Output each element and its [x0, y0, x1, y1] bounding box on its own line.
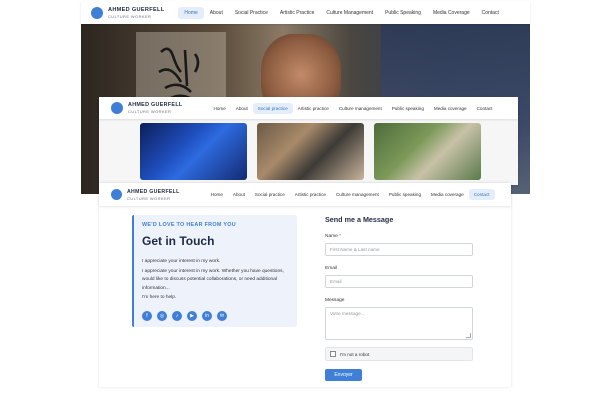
captcha-checkbox[interactable] — [330, 351, 336, 357]
nav-about[interactable]: About — [228, 189, 250, 200]
name-label: Name * — [325, 234, 473, 239]
nav-culture-management[interactable]: Culture management — [331, 189, 384, 200]
contact-eyebrow: WE'D LOVE TO HEAR FROM YOU — [142, 222, 236, 228]
contact-paragraph-1: I appreciate your interest in my work. — [142, 259, 221, 264]
nav-home[interactable]: Home — [178, 6, 204, 19]
brand-subtitle: CULTURE WORKER — [127, 195, 171, 201]
nav-culture-management[interactable]: Culture Management — [320, 7, 379, 19]
tiktok-icon[interactable]: ♪ — [172, 310, 182, 321]
contact-paragraph-3: I'm here to help. — [142, 295, 177, 300]
stacked-screenshots: AHMED GUERFELL CULTURE WORKER Home About… — [0, 0, 600, 400]
nav-social-practice[interactable]: Social practice — [252, 102, 293, 114]
nav-about[interactable]: About — [231, 103, 253, 114]
brand-subtitle: CULTURE WORKER — [128, 109, 172, 114]
nav-social-practice[interactable]: Social practice — [250, 189, 290, 200]
nav-home[interactable]: Home — [209, 103, 231, 114]
nav-media-coverage[interactable]: Media coverage — [429, 103, 472, 114]
practice-nav-bar: AHMED GUERFELL CULTURE WORKER Home About… — [99, 97, 518, 119]
facebook-icon[interactable]: f — [142, 310, 152, 321]
contact-info-card: WE'D LOVE TO HEAR FROM YOU Get in Touch … — [132, 215, 297, 327]
practice-photo-group[interactable] — [257, 123, 364, 180]
message-label: Message — [325, 298, 345, 303]
logo-circle — [91, 6, 103, 19]
nav-culture-management[interactable]: Culture management — [334, 103, 387, 114]
captcha-label: I'm not a robot — [340, 351, 370, 357]
brand-logo[interactable]: AHMED GUERFELL CULTURE WORKER — [91, 6, 165, 19]
social-links: f ◎ ♪ ▶ in ✉ — [142, 310, 289, 321]
nav-links: Home About Social practice Artistic prac… — [209, 102, 498, 114]
email-label: Email — [325, 266, 337, 271]
brand-subtitle: CULTURE WORKER — [108, 13, 152, 19]
practice-section: AHMED GUERFELL CULTURE WORKER Home About… — [99, 97, 518, 185]
contact-nav-bar: AHMED GUERFELL CULTURE WORKER Home About… — [99, 183, 511, 206]
nav-artistic-practice[interactable]: Artistic practice — [293, 103, 334, 114]
message-placeholder: Votre message... — [330, 311, 365, 316]
required-marker: * — [339, 234, 342, 239]
nav-contact[interactable]: Contact — [476, 7, 505, 19]
name-field[interactable]: First Name & Last name — [325, 243, 473, 256]
form-title: Send me a Message — [325, 215, 394, 224]
name-label-text: Name — [325, 234, 338, 239]
nav-contact[interactable]: Contact — [468, 189, 495, 200]
youtube-icon[interactable]: ▶ — [187, 310, 197, 321]
nav-artistic-practice[interactable]: Artistic Practice — [274, 7, 320, 19]
nav-contact[interactable]: Contact — [472, 103, 498, 114]
contact-section: AHMED GUERFELL CULTURE WORKER Home About… — [99, 183, 511, 387]
nav-about[interactable]: About — [204, 7, 229, 19]
nav-home[interactable]: Home — [206, 189, 228, 200]
email-field[interactable]: Email — [325, 275, 473, 288]
brand-logo[interactable]: AHMED GUERFELL CULTURE WORKER — [111, 102, 183, 114]
nav-media-coverage[interactable]: Media coverage — [426, 189, 469, 200]
submit-button[interactable]: Envoyer — [325, 369, 362, 381]
top-nav-bar: AHMED GUERFELL CULTURE WORKER Home About… — [81, 1, 530, 24]
nav-public-speaking[interactable]: Public speaking — [384, 189, 426, 200]
message-form: Send me a Message Name * First Name & La… — [325, 215, 473, 381]
message-textarea[interactable]: Votre message... — [325, 307, 473, 340]
email-icon[interactable]: ✉ — [217, 310, 227, 321]
linkedin-icon[interactable]: in — [202, 310, 212, 321]
brand-logo[interactable]: AHMED GUERFELL CULTURE WORKER — [111, 189, 180, 201]
brand-name: AHMED GUERFELL — [108, 6, 165, 13]
contact-title: Get in Touch — [142, 234, 215, 248]
logo-circle — [111, 102, 123, 114]
practice-photo-garden[interactable] — [374, 123, 481, 180]
brand-name: AHMED GUERFELL — [127, 188, 180, 195]
nav-public-speaking[interactable]: Public Speaking — [379, 7, 427, 19]
practice-photo-performance[interactable] — [140, 123, 247, 180]
brand-name: AHMED GUERFELL — [128, 102, 183, 108]
nav-media-coverage[interactable]: Media Coverage — [427, 7, 476, 19]
nav-artistic-practice[interactable]: Artistic practice — [290, 189, 331, 200]
nav-social-practice[interactable]: Social Practice — [229, 7, 274, 19]
nav-links: Home About Social practice Artistic prac… — [206, 189, 495, 200]
captcha-widget: I'm not a robot — [325, 347, 473, 361]
logo-circle — [111, 189, 122, 200]
nav-public-speaking[interactable]: Public speaking — [387, 103, 429, 114]
nav-links: Home About Social Practice Artistic Prac… — [178, 6, 505, 19]
instagram-icon[interactable]: ◎ — [157, 310, 167, 321]
resize-grip-icon[interactable] — [466, 333, 471, 338]
contact-paragraph-2: I appreciate your interest in my work. W… — [142, 268, 284, 291]
